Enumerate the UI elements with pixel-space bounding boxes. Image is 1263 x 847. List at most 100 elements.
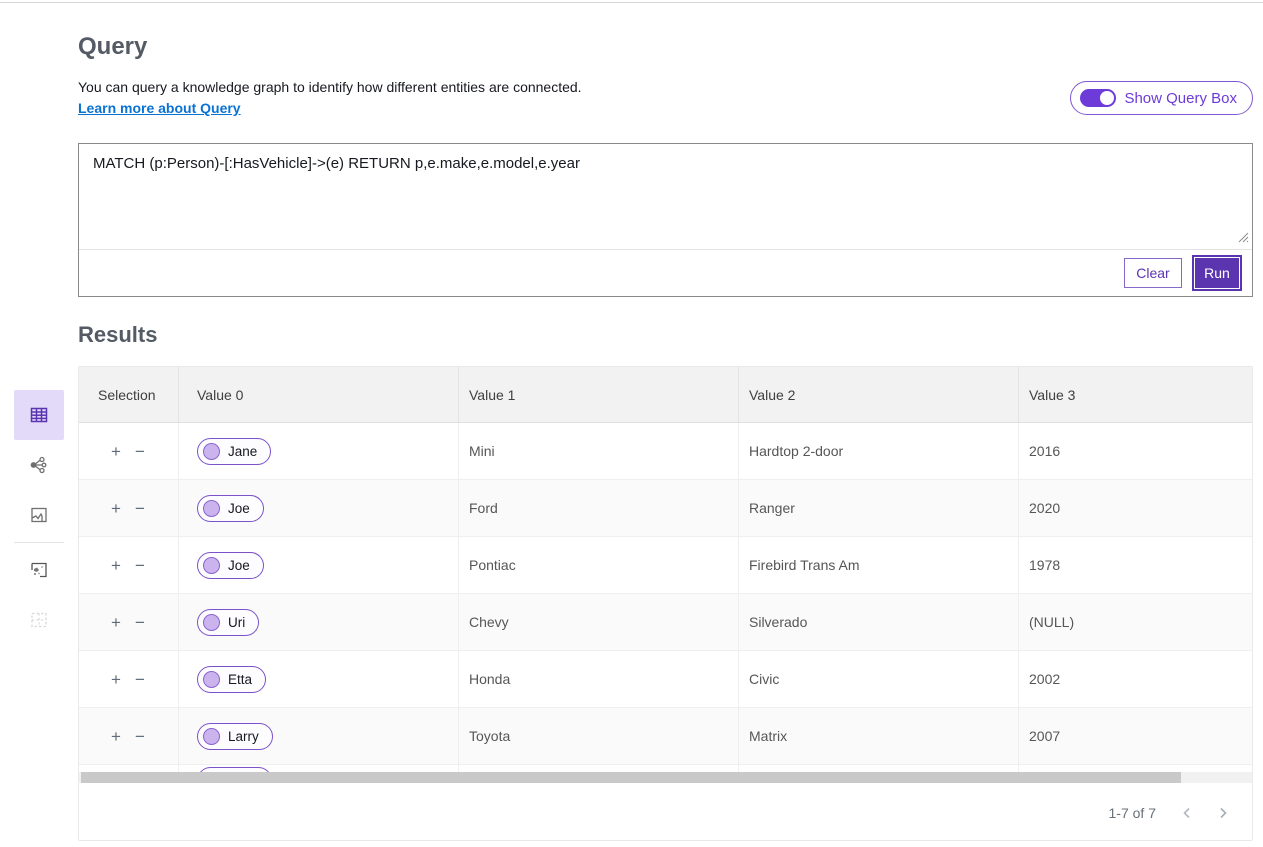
resize-handle-icon[interactable] [1236,230,1249,243]
entity-name: Joe [228,501,250,516]
entity-cell: Joe [179,480,459,536]
entity-name: Uri [228,615,245,630]
cell-year: (NULL) [1019,594,1252,650]
column-header-value1[interactable]: Value 1 [459,367,739,422]
table-row: + − Uri Chevy Silverado (NULL) [79,594,1252,651]
run-button[interactable]: Run [1195,258,1239,288]
toggle-knob [1100,91,1114,105]
cell-model: Firebird Trans Am [739,537,1019,593]
entity-chip[interactable]: Etta [197,666,266,693]
node-icon [203,614,220,631]
remove-selection-button[interactable]: − [135,500,145,517]
entity-chip[interactable]: Joe [197,495,264,522]
table-view-icon [29,405,49,425]
cell-model: Silverado [739,594,1019,650]
add-selection-button[interactable]: + [111,443,121,460]
add-selection-button[interactable]: + [111,614,121,631]
horizontal-scrollbar[interactable] [79,772,1252,783]
add-selection-button[interactable]: + [111,557,121,574]
show-query-box-toggle[interactable]: Show Query Box [1070,81,1253,115]
table-view-button[interactable] [14,390,64,440]
cell-make: Toyota [459,708,739,764]
table-row: + − Jane Mini Hardtop 2-door 2016 [79,423,1252,480]
entity-cell: Etta [179,651,459,707]
cell-year: 2007 [1019,708,1252,764]
entity-name: Jane [228,444,257,459]
entity-chip[interactable]: Jane [197,438,271,465]
top-divider [0,2,1263,3]
cell-make: Chevy [459,594,739,650]
cell-model: Ranger [739,480,1019,536]
cell-make: Ford [459,480,739,536]
cell-year: 2002 [1019,651,1252,707]
remove-selection-button[interactable]: − [135,728,145,745]
query-input[interactable]: MATCH (p:Person)-[:HasVehicle]->(e) RETU… [79,144,1252,249]
selection-cell: + − [79,708,179,764]
node-icon [203,671,220,688]
column-header-selection[interactable]: Selection [79,367,179,422]
chevron-right-icon [1216,806,1230,820]
table-row: + − Etta Honda Civic 2002 [79,651,1252,708]
remove-selection-button[interactable]: − [135,614,145,631]
column-header-value0[interactable]: Value 0 [179,367,459,422]
add-selection-button[interactable]: + [111,728,121,745]
page-title: Query [78,33,147,61]
node-icon [203,443,220,460]
results-table: Selection Value 0 Value 1 Value 2 Value … [78,366,1253,841]
cell-make: Pontiac [459,537,739,593]
cell-model: Hardtop 2-door [739,423,1019,479]
selection-cell: + − [79,423,179,479]
chevron-left-icon [1180,806,1194,820]
column-header-value3[interactable]: Value 3 [1019,367,1252,422]
entity-chip[interactable]: Larry [197,723,273,750]
learn-more-link[interactable]: Learn more about Query [78,100,241,116]
cell-year: 1978 [1019,537,1252,593]
entity-cell: Joe [179,537,459,593]
node-icon [203,728,220,745]
cell-year: 2016 [1019,423,1252,479]
toggle-switch-icon[interactable] [1080,89,1116,107]
selection-cell: + − [79,594,179,650]
next-page-button[interactable] [1216,806,1230,820]
entity-cell: Uri [179,594,459,650]
horizontal-scrollbar-thumb[interactable] [81,772,1181,783]
query-editor: MATCH (p:Person)-[:HasVehicle]->(e) RETU… [78,143,1253,297]
cell-year: 2020 [1019,480,1252,536]
pagination-range: 1-7 of 7 [1109,805,1156,821]
map-view-icon [29,505,49,525]
cell-model: Matrix [739,708,1019,764]
table-row: + − Joe Pontiac Firebird Trans Am 1978 [79,537,1252,594]
page-description: You can query a knowledge graph to ident… [78,79,582,95]
node-icon [203,557,220,574]
table-row: + − Larry Toyota Matrix 2007 [79,708,1252,765]
selection-cell: + − [79,537,179,593]
prev-page-button[interactable] [1180,806,1194,820]
entity-cell: Larry [179,708,459,764]
entity-name: Larry [228,729,259,744]
remove-selection-button[interactable]: − [135,557,145,574]
graph-view-button[interactable] [14,440,64,490]
add-selection-button[interactable]: + [111,671,121,688]
query-actions-bar: Clear Run [79,249,1252,296]
empty-view-icon [29,610,49,630]
clear-button[interactable]: Clear [1124,258,1182,288]
map-view-button[interactable] [14,490,64,540]
pager [1180,806,1230,820]
toggle-label: Show Query Box [1124,90,1237,107]
entity-name: Joe [228,558,250,573]
selection-cell: + − [79,651,179,707]
entity-chip[interactable]: Joe [197,552,264,579]
selection-cell: + − [79,480,179,536]
entity-chip[interactable]: Uri [197,609,259,636]
cell-make: Honda [459,651,739,707]
remove-selection-button[interactable]: − [135,671,145,688]
table-footer: 1-7 of 7 [79,783,1252,841]
table-header-row: Selection Value 0 Value 1 Value 2 Value … [79,367,1252,423]
column-header-value2[interactable]: Value 2 [739,367,1019,422]
detail-map-view-button[interactable] [14,545,64,595]
results-title: Results [78,322,157,348]
cell-model: Civic [739,651,1019,707]
add-selection-button[interactable]: + [111,500,121,517]
remove-selection-button[interactable]: − [135,443,145,460]
entity-cell: Jane [179,423,459,479]
